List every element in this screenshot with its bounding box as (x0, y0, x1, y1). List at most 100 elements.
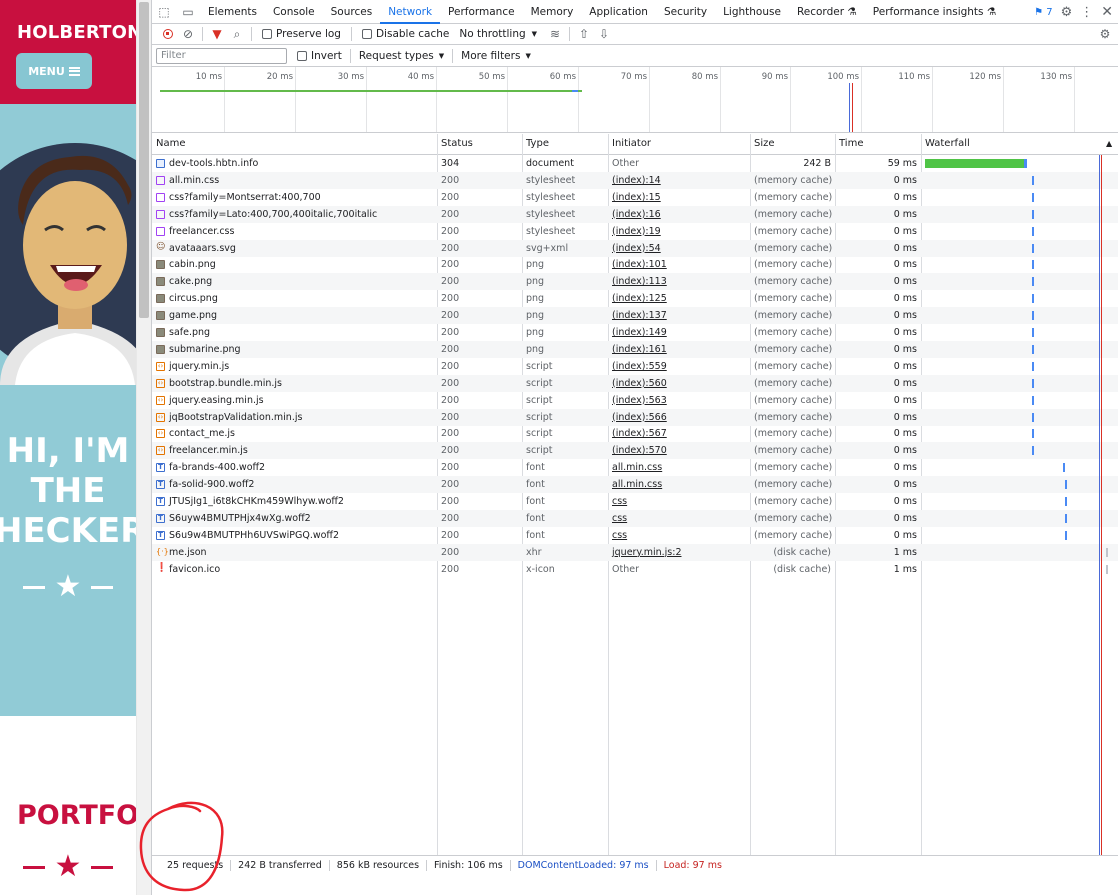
device-toolbar-icon[interactable]: ▭ (176, 0, 200, 24)
inspect-element-icon[interactable]: ⬚ (152, 0, 176, 24)
request-initiator[interactable]: (index):113 (608, 273, 750, 290)
request-name-cell[interactable]: ‹› jquery.min.js (152, 358, 437, 375)
table-row[interactable]: T JTUSjIg1_i6t8kCHKm459Wlhyw.woff2 200 font… (152, 493, 1118, 510)
request-name-cell[interactable]: T JTUSjIg1_i6t8kCHKm459Wlhyw.woff2 (152, 493, 437, 510)
close-icon[interactable]: ✕ (1101, 4, 1113, 20)
request-name-cell[interactable]: Tfa-solid-900.woff2 (152, 476, 437, 493)
table-row[interactable]: {·} me.json 200 xhr jquery.min.js:2 (disk cac… (152, 543, 1118, 561)
request-initiator[interactable]: (index):563 (608, 392, 750, 409)
request-name-cell[interactable]: {·} me.json (152, 544, 437, 561)
request-name-cell[interactable]: ☺ avataaars.svg (152, 240, 437, 257)
table-row[interactable]: game.png 200 png (index):137 (memory cache) 0… (152, 307, 1118, 325)
tab-performance-insights[interactable]: Performance insights ⚗ (865, 0, 1005, 24)
table-row[interactable]: css?family=Lato:400,700,400italic,700ita… (152, 205, 1118, 223)
tab-network[interactable]: Network (380, 0, 441, 24)
request-name-cell[interactable]: Tfa-brands-400.woff2 (152, 459, 437, 476)
tab-sources[interactable]: Sources (323, 0, 381, 24)
filter-icon[interactable]: ▼ (207, 24, 227, 44)
column-name[interactable]: Name (152, 134, 186, 154)
table-row[interactable]: dev-tools.hbtn.info 304 document Other 242 B… (152, 155, 1118, 172)
request-name-cell[interactable]: cabin.png (152, 256, 437, 273)
tab-recorder[interactable]: Recorder ⚗ (789, 0, 865, 24)
request-initiator[interactable]: (index):566 (608, 409, 750, 426)
more-options-icon[interactable]: ⋮ (1080, 5, 1093, 20)
table-row[interactable]: ‹› contact_me.js 200 script (index):567 (memo… (152, 425, 1118, 442)
request-initiator[interactable]: (index):15 (608, 189, 750, 206)
request-name-cell[interactable]: game.png (152, 307, 437, 324)
request-initiator[interactable]: css (608, 510, 750, 527)
request-name-cell[interactable]: circus.png (152, 290, 437, 307)
column-size[interactable]: Size (750, 134, 775, 154)
request-initiator[interactable]: (index):14 (608, 172, 750, 189)
search-icon[interactable]: ⌕ (227, 24, 247, 44)
request-name-cell[interactable]: all.min.css (152, 172, 437, 189)
throttling-select[interactable]: No throttling ▼ (459, 28, 537, 40)
checkbox-box[interactable] (297, 50, 307, 61)
request-name-cell[interactable]: css?family=Lato:400,700,400italic,700ita… (152, 206, 437, 223)
request-initiator[interactable]: (index):19 (608, 223, 750, 240)
request-name-cell[interactable]: safe.png (152, 324, 437, 341)
checkbox-box[interactable] (361, 29, 372, 39)
clear-icon[interactable]: ⊘ (178, 24, 198, 44)
table-row[interactable]: ❗ favicon.ico 200 x-icon Other (disk cache) 1 … (152, 561, 1118, 578)
export-har-icon[interactable]: ⇩ (594, 24, 614, 44)
request-name-cell[interactable]: cake.png (152, 273, 437, 290)
request-name-cell[interactable]: ‹› bootstrap.bundle.min.js (152, 375, 437, 392)
checkbox-box[interactable] (262, 29, 272, 39)
column-type[interactable]: Type (522, 134, 549, 154)
table-row[interactable]: ‹› bootstrap.bundle.min.js 200 script (index… (152, 374, 1118, 392)
request-initiator[interactable]: (index):125 (608, 290, 750, 307)
request-name-cell[interactable]: ‹› freelancer.min.js (152, 442, 437, 459)
request-name-cell[interactable]: T S6uyw4BMUTPHjx4wXg.woff2 (152, 510, 437, 527)
request-initiator[interactable]: (index):101 (608, 256, 750, 273)
record-stop-icon[interactable] (158, 24, 178, 44)
table-row[interactable]: ☺ avataaars.svg 200 svg+xml (index):54 (memor… (152, 239, 1118, 257)
request-name-cell[interactable]: dev-tools.hbtn.info (152, 155, 437, 172)
table-row[interactable]: ‹› jqBootstrapValidation.min.js 200 script (… (152, 408, 1118, 426)
request-initiator[interactable]: (index):16 (608, 206, 750, 223)
table-row[interactable]: Tfa-solid-900.woff2 200 font all.min.css (me… (152, 476, 1118, 494)
column-waterfall[interactable]: Waterfall (921, 134, 970, 154)
tab-elements[interactable]: Elements (200, 0, 265, 24)
network-settings-icon[interactable]: ⚙ (1095, 24, 1115, 44)
table-row[interactable]: Tfa-brands-400.woff2 200 font all.min.css (m… (152, 459, 1118, 476)
issues-badge[interactable]: ⚑ 7 (1034, 7, 1053, 18)
page-scrollbar[interactable] (136, 0, 151, 895)
invert-checkbox[interactable]: Invert (297, 50, 342, 62)
site-brand[interactable]: HOLBERTON (17, 22, 136, 43)
request-initiator[interactable]: jquery.min.js:2 (608, 544, 750, 561)
request-name-cell[interactable]: ‹› jqBootstrapValidation.min.js (152, 409, 437, 426)
table-row[interactable]: cake.png 200 png (index):113 (memory cache) 0… (152, 273, 1118, 291)
tab-performance[interactable]: Performance (440, 0, 523, 24)
request-name-cell[interactable]: css?family=Montserrat:400,700 (152, 189, 437, 206)
tab-lighthouse[interactable]: Lighthouse (715, 0, 789, 24)
request-initiator[interactable]: (index):137 (608, 307, 750, 324)
site-menu-button[interactable]: MENU (16, 53, 92, 89)
table-row[interactable]: circus.png 200 png (index):125 (memory cache… (152, 290, 1118, 307)
request-initiator[interactable]: (index):570 (608, 442, 750, 459)
table-row[interactable]: safe.png 200 png (index):149 (memory cache) 0… (152, 324, 1118, 341)
request-initiator[interactable]: (index):559 (608, 358, 750, 375)
filter-input[interactable]: Filter (156, 47, 287, 64)
tab-memory[interactable]: Memory (523, 0, 582, 24)
column-time[interactable]: Time (835, 134, 863, 154)
table-row[interactable]: freelancer.css 200 stylesheet (index):19 (me… (152, 223, 1118, 240)
column-initiator[interactable]: Initiator (608, 134, 651, 154)
column-status[interactable]: Status (437, 134, 473, 154)
scrollbar-thumb[interactable] (139, 2, 149, 318)
request-initiator[interactable]: css (608, 493, 750, 510)
table-row[interactable]: submarine.png 200 png (index):161 (memory ca… (152, 340, 1118, 358)
tab-application[interactable]: Application (581, 0, 656, 24)
request-initiator[interactable]: (index):567 (608, 425, 750, 442)
request-name-cell[interactable]: ‹› jquery.easing.min.js (152, 392, 437, 409)
import-har-icon[interactable]: ⇧ (574, 24, 594, 44)
gear-icon[interactable]: ⚙ (1061, 5, 1073, 20)
table-row[interactable]: T S6uyw4BMUTPHjx4wXg.woff2 200 font css (memo… (152, 509, 1118, 527)
sort-ascending-icon[interactable]: ▲ (1102, 134, 1112, 154)
disable-cache-checkbox[interactable]: Disable cache (361, 28, 449, 40)
request-initiator[interactable]: all.min.css (608, 459, 750, 476)
tab-security[interactable]: Security (656, 0, 715, 24)
preserve-log-checkbox[interactable]: Preserve log (262, 28, 341, 40)
request-initiator[interactable]: css (608, 527, 750, 544)
request-name-cell[interactable]: ❗ favicon.ico (152, 561, 437, 578)
